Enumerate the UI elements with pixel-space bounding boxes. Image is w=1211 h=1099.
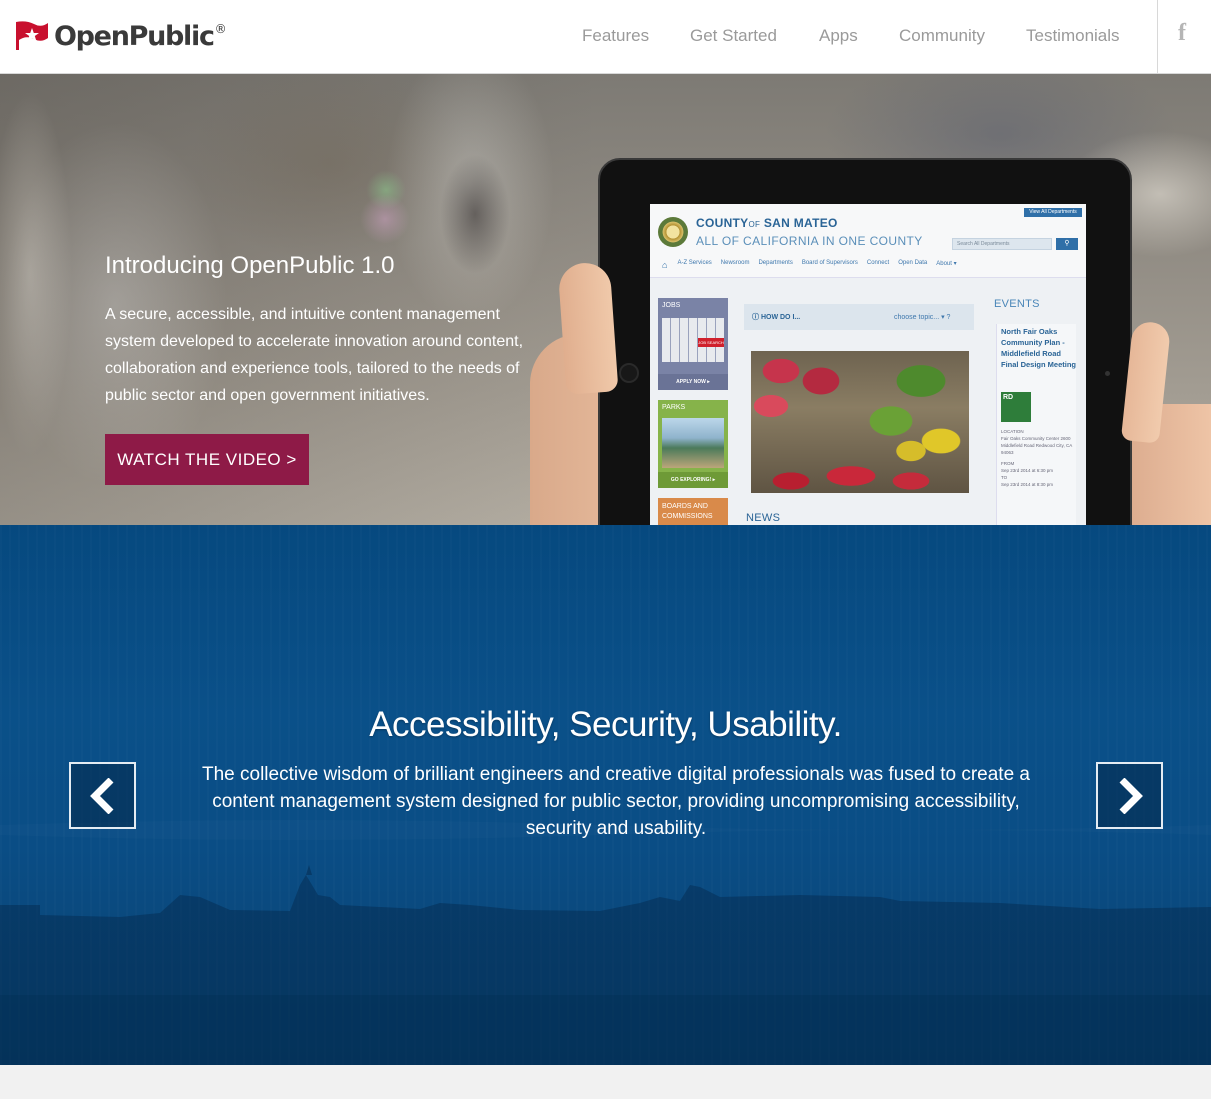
nav-get-started[interactable]: Get Started — [690, 26, 777, 46]
flag-star-icon — [16, 21, 48, 50]
openpublic-logo[interactable]: OpenPublic® — [14, 17, 227, 53]
county-search-input: Search All Departments — [952, 238, 1052, 250]
nav-apps[interactable]: Apps — [819, 26, 858, 46]
blurred-figure — [440, 154, 510, 274]
feature-carousel: Accessibility, Security, Usability. The … — [0, 525, 1211, 1065]
all-departments-link: View All Departments — [1024, 208, 1082, 217]
nav-testimonials[interactable]: Testimonials — [1026, 26, 1120, 46]
logo-text: OpenPublic® — [54, 20, 227, 52]
county-name: COUNTYOF SAN MATEO — [696, 216, 838, 230]
carousel-prev-button[interactable] — [69, 762, 136, 829]
tablet-screen: COUNTYOF SAN MATEO ALL OF CALIFORNIA IN … — [650, 204, 1086, 525]
tablet-illustration: COUNTYOF SAN MATEO ALL OF CALIFORNIA IN … — [598, 158, 1132, 525]
jobs-tile: JOBS JOB SEARCH APPLY NOW ▸ — [658, 298, 728, 390]
market-produce-photo — [751, 351, 969, 493]
event-thumbnail: RD — [1001, 392, 1031, 422]
news-heading: NEWS — [746, 512, 781, 524]
hero-description: A secure, accessible, and intuitive cont… — [105, 306, 524, 404]
bokeh-light — [360, 194, 410, 244]
nav-features[interactable]: Features — [582, 26, 649, 46]
chevron-left-icon — [90, 778, 114, 814]
left-thumb — [557, 261, 619, 395]
feature-title: Accessibility, Security, Usability. — [369, 705, 842, 744]
hero-title: Introducing OpenPublic 1.0 — [105, 252, 395, 279]
feature-description: The collective wisdom of brilliant engin… — [202, 764, 1030, 839]
events-heading: EVENTS — [994, 298, 1040, 310]
facebook-icon: f — [1178, 20, 1186, 46]
hero-section: Introducing OpenPublic 1.0 A secure, acc… — [0, 74, 1211, 525]
carousel-next-button[interactable] — [1096, 762, 1163, 829]
event-card: North Fair Oaks Community Plan - Middlef… — [996, 324, 1076, 525]
facebook-link[interactable]: f — [1157, 0, 1211, 74]
county-nav: ⌂ A-Z Services Newsroom Departments Boar… — [662, 260, 957, 270]
county-tagline: ALL OF CALIFORNIA IN ONE COUNTY — [696, 234, 923, 248]
chevron-right-icon — [1119, 778, 1143, 814]
tablet-camera — [619, 363, 639, 383]
nav-community[interactable]: Community — [899, 26, 985, 46]
parks-tile: PARKS GO EXPLORING! ▸ — [658, 400, 728, 488]
site-header: OpenPublic® Features Get Started Apps Co… — [0, 0, 1211, 74]
county-seal-icon — [658, 217, 688, 247]
boards-tile: BOARDS AND COMMISSIONS — [658, 498, 728, 525]
county-search-icon: ⚲ — [1056, 238, 1078, 250]
home-icon: ⌂ — [662, 260, 668, 270]
page-footer-strip — [0, 1065, 1211, 1099]
how-do-i-bar: ⓘ HOW DO I... choose topic... ▾ ? — [744, 304, 974, 330]
watch-video-button[interactable]: WATCH THE VIDEO > — [105, 434, 309, 485]
